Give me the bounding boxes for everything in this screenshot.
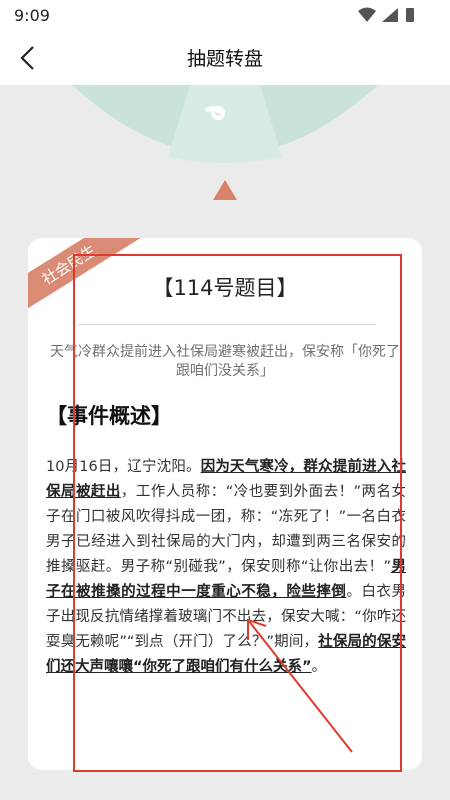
annotation-arrow-icon <box>247 618 353 753</box>
signal-icon <box>382 8 398 22</box>
wifi-icon <box>358 7 376 22</box>
page-title: 抽题转盘 <box>186 48 263 70</box>
status-icons <box>358 7 414 22</box>
status-time: 9:09 <box>14 6 50 25</box>
status-bar: 9:09 <box>0 0 450 30</box>
wheel-pointer-icon <box>213 180 237 200</box>
spin-wheel[interactable] <box>0 85 450 175</box>
battery-icon <box>406 8 414 22</box>
app-header: 抽题转盘 <box>0 30 450 85</box>
